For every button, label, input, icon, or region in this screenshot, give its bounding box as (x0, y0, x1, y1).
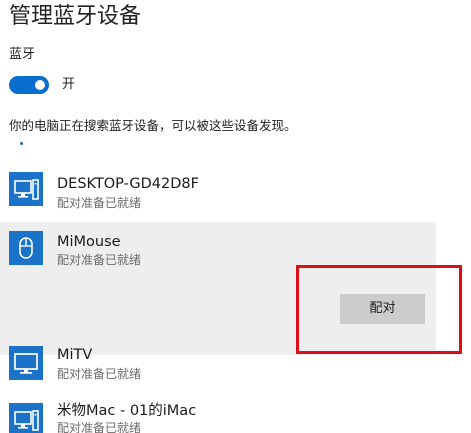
device-name: MiMouse (57, 234, 121, 250)
monitor-icon (9, 346, 43, 380)
highlight-annotation-box (296, 265, 462, 354)
device-name: MiTV (57, 347, 93, 363)
bluetooth-toggle[interactable] (9, 76, 49, 94)
bluetooth-section-label: 蓝牙 (9, 47, 36, 62)
device-status: 配对准备已就绪 (57, 421, 142, 433)
mouse-icon (9, 231, 43, 265)
device-item-imac[interactable]: 米物Mac - 01的iMac 配对准备已就绪 (0, 398, 436, 433)
page-title: 管理蓝牙设备 (9, 4, 142, 29)
searching-indicator (20, 142, 23, 145)
bluetooth-toggle-label: 开 (62, 77, 76, 92)
desktop-icon (9, 403, 43, 433)
device-name: DESKTOP-GD42D8F (57, 176, 199, 192)
device-status: 配对准备已就绪 (57, 253, 142, 267)
desktop-icon (9, 172, 43, 206)
discoverable-status-text: 你的电脑正在搜索蓝牙设备，可以被这些设备发现。 (9, 118, 297, 133)
device-name: 米物Mac - 01的iMac (57, 403, 197, 419)
device-item-desktop[interactable]: DESKTOP-GD42D8F 配对准备已就绪 (0, 164, 436, 218)
toggle-knob (35, 80, 45, 90)
device-status: 配对准备已就绪 (57, 196, 142, 210)
device-status: 配对准备已就绪 (57, 367, 142, 381)
